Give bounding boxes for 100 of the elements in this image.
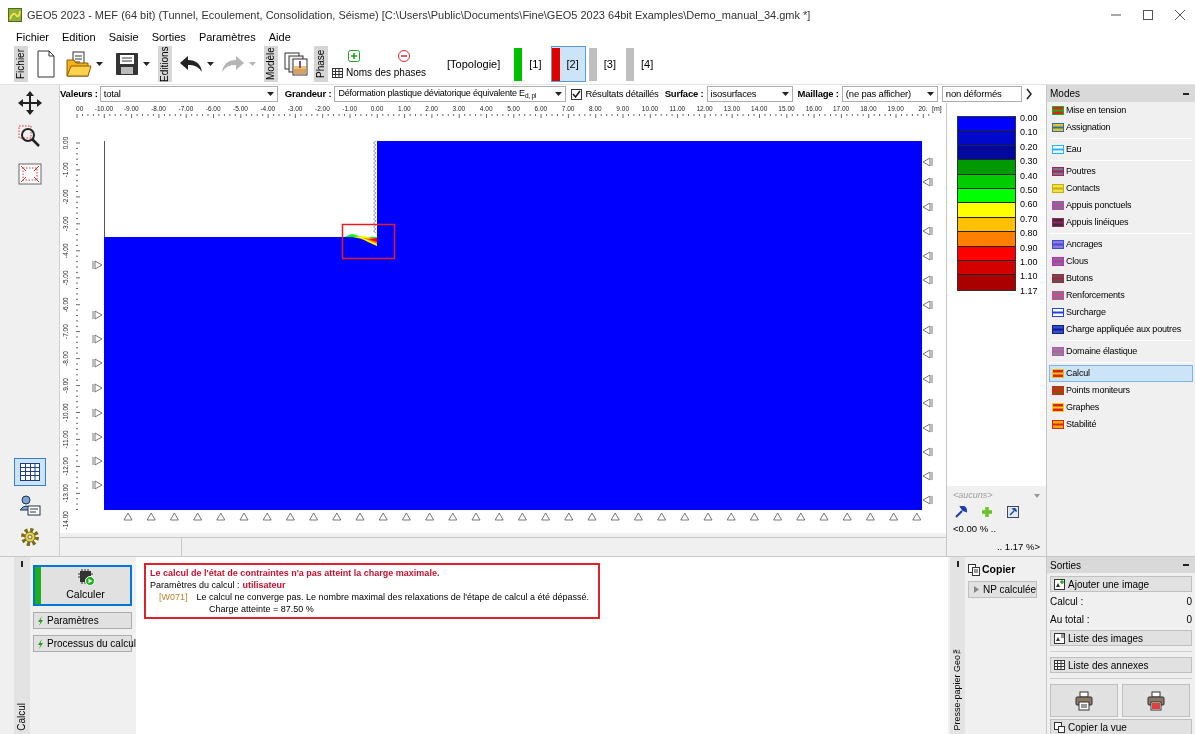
output-button[interactable]: Ajouter une image <box>1050 576 1192 592</box>
caret-icon[interactable] <box>555 92 563 96</box>
check-icon <box>572 90 582 98</box>
calculate-button[interactable]: Calculer <box>33 565 132 606</box>
save-icon[interactable] <box>115 52 139 76</box>
message-label: Paramètres du calcul : <box>150 579 240 591</box>
undo-icon[interactable] <box>179 55 203 73</box>
mode-icon <box>1052 200 1064 211</box>
print-to-file-button[interactable] <box>1122 684 1190 717</box>
surface-dropdown[interactable]: isosurfaces <box>706 86 793 102</box>
toolbar-group-label: Fichier <box>14 46 28 82</box>
toolbar-group-label: Modèle <box>264 46 278 82</box>
caret-icon[interactable] <box>926 92 934 96</box>
mode-item[interactable]: Domaine élastique <box>1049 343 1193 360</box>
mode-icon <box>1052 217 1064 228</box>
mode-item[interactable]: Eau <box>1049 141 1193 158</box>
mode-icon <box>1052 273 1064 284</box>
mode-item[interactable]: Appuis ponctuels <box>1049 197 1193 214</box>
panel-title: Sorties <box>1050 558 1082 573</box>
values-dropdown[interactable]: total <box>99 86 278 102</box>
clipboard-item[interactable]: NP calculée <box>968 580 1037 598</box>
load-message: Charge atteinte = 87.50 % <box>208 603 315 615</box>
legend-value: 0.40 <box>1020 170 1038 183</box>
new-document-icon[interactable] <box>36 50 56 78</box>
menu-item[interactable]: Paramètres <box>198 30 256 44</box>
dropdown-caret-icon[interactable] <box>143 62 150 66</box>
mode-icon <box>1052 346 1064 357</box>
table-icon <box>19 463 40 481</box>
count-label: Calcul : <box>1050 595 1084 609</box>
output-button[interactable]: Liste des annexes <box>1050 657 1192 673</box>
mesh-dropdown[interactable]: (ne pas afficher) <box>841 86 938 102</box>
remove-phase-icon[interactable] <box>398 50 410 62</box>
phase-tab[interactable]: [Topologie] <box>442 46 508 82</box>
close-icon[interactable] <box>1175 10 1185 20</box>
field-label: Surface : <box>664 86 704 101</box>
phase-names-button[interactable]: Noms des phases <box>332 65 427 81</box>
menu-item[interactable]: Aide <box>268 30 291 44</box>
detailed-results-checkbox[interactable] <box>571 88 583 100</box>
quantity-dropdown[interactable]: Déformation plastique déviatorique équivalente E$_{d, pl}$ <box>334 86 567 102</box>
legend-value: 1.17 <box>1020 285 1038 298</box>
mode-item[interactable]: Contacts <box>1049 180 1193 197</box>
mode-icon <box>1052 290 1064 301</box>
mode-item[interactable]: Calcul <box>1049 365 1193 382</box>
zoom-icon[interactable] <box>17 125 42 149</box>
mode-icon <box>1052 385 1064 396</box>
menu-item[interactable]: Fichier <box>16 30 49 44</box>
mode-item[interactable]: Butons <box>1049 270 1193 287</box>
mode-item[interactable]: Stabilité <box>1049 416 1193 433</box>
phase-tab[interactable]: [3] <box>587 46 623 82</box>
caret-icon[interactable] <box>781 92 789 96</box>
mode-icon <box>1052 368 1064 379</box>
chevron-right-icon[interactable] <box>1024 88 1033 100</box>
dropdown-caret-icon[interactable] <box>96 62 103 66</box>
mode-item[interactable]: Assignation <box>1049 119 1193 136</box>
table-view-button[interactable] <box>13 458 46 486</box>
mode-item[interactable]: Mise en tension <box>1049 102 1193 119</box>
legend-value: 0.30 <box>1020 156 1038 169</box>
phase-tab[interactable]: [4] <box>624 46 661 82</box>
mode-item[interactable]: Renforcements <box>1049 287 1193 304</box>
move-icon[interactable] <box>17 91 42 115</box>
mode-item[interactable]: Points moniteurs <box>1049 382 1193 399</box>
mode-icon <box>1052 307 1064 318</box>
caret-icon[interactable] <box>266 92 274 96</box>
mode-item[interactable]: Appuis linéiques <box>1049 214 1193 231</box>
mode-icon <box>1052 402 1064 413</box>
print-button[interactable] <box>1050 684 1118 717</box>
table-icon <box>1054 660 1065 670</box>
menu-item[interactable]: Sorties <box>151 30 186 44</box>
checkbox-label: Résultats détaillés <box>585 86 659 101</box>
phase-tab[interactable]: [1] <box>513 46 549 82</box>
minimize-icon[interactable] <box>1183 92 1189 95</box>
panel-tab[interactable]: Calcul <box>15 703 29 731</box>
legend-value: 0.70 <box>1020 213 1038 226</box>
mode-item[interactable]: Clous <box>1049 253 1193 270</box>
fit-view-icon[interactable] <box>17 163 42 185</box>
mode-item[interactable]: Ancrages <box>1049 236 1193 253</box>
table-icon <box>332 68 343 78</box>
menu-item[interactable]: Saisie <box>108 30 139 44</box>
output-button[interactable]: Copier la vue <box>1050 719 1192 734</box>
count-label: Au total : <box>1050 613 1090 627</box>
model-sheets-icon[interactable] <box>284 52 308 76</box>
open-folder-icon[interactable] <box>66 51 92 77</box>
output-button[interactable]: Liste des images <box>1050 630 1192 646</box>
deformation-dropdown[interactable]: non déformés <box>941 86 1022 102</box>
settings-icon[interactable] <box>18 526 41 548</box>
mode-item[interactable]: Poutres <box>1049 163 1193 180</box>
menu-item[interactable]: Edition <box>62 30 96 44</box>
maximize-icon[interactable] <box>1143 10 1153 20</box>
pin-icon[interactable] <box>956 561 959 567</box>
mode-icon <box>1052 183 1064 194</box>
mode-item[interactable]: Charge appliquée aux poutres <box>1049 321 1193 338</box>
dropdown-caret-icon[interactable] <box>207 62 214 66</box>
phase-tab[interactable]: [2] <box>550 46 586 82</box>
mode-item[interactable]: Surcharge <box>1049 304 1193 321</box>
printer-icon <box>1147 690 1165 711</box>
labels-icon[interactable] <box>18 494 41 516</box>
panel-button[interactable]: Paramètres <box>33 612 132 629</box>
mode-item[interactable]: Graphes <box>1049 399 1193 416</box>
processor-icon <box>76 568 95 587</box>
add-phase-icon[interactable] <box>348 50 360 62</box>
